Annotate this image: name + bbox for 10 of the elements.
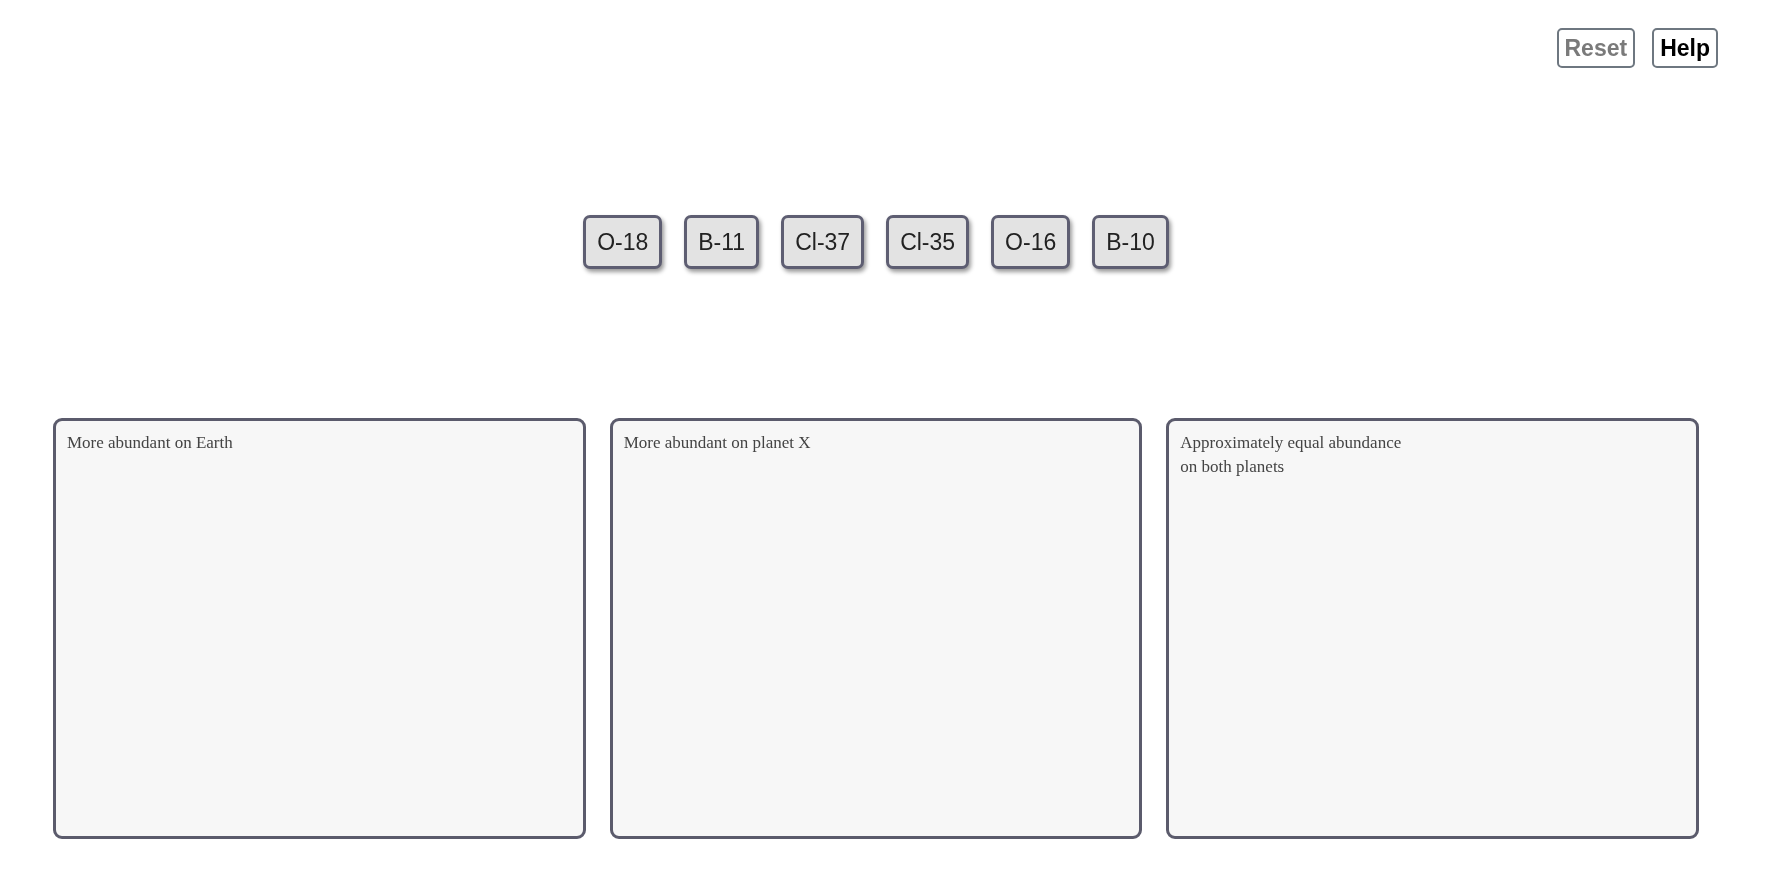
- drop-zone-label: More abundant on Earth: [67, 432, 233, 454]
- draggable-tile[interactable]: B-10: [1092, 215, 1169, 269]
- draggable-tile[interactable]: O-18: [583, 215, 663, 269]
- help-button[interactable]: Help: [1652, 28, 1718, 68]
- drop-zone-label: More abundant on planet X: [623, 432, 811, 454]
- draggable-tile[interactable]: B-11: [684, 215, 760, 269]
- draggable-tile[interactable]: O-16: [991, 215, 1071, 269]
- draggable-tile[interactable]: Cl-37: [781, 215, 865, 269]
- draggable-tile[interactable]: Cl-35: [886, 215, 970, 269]
- drop-zone-label: Approximately equal abundance on both planets: [1180, 432, 1403, 478]
